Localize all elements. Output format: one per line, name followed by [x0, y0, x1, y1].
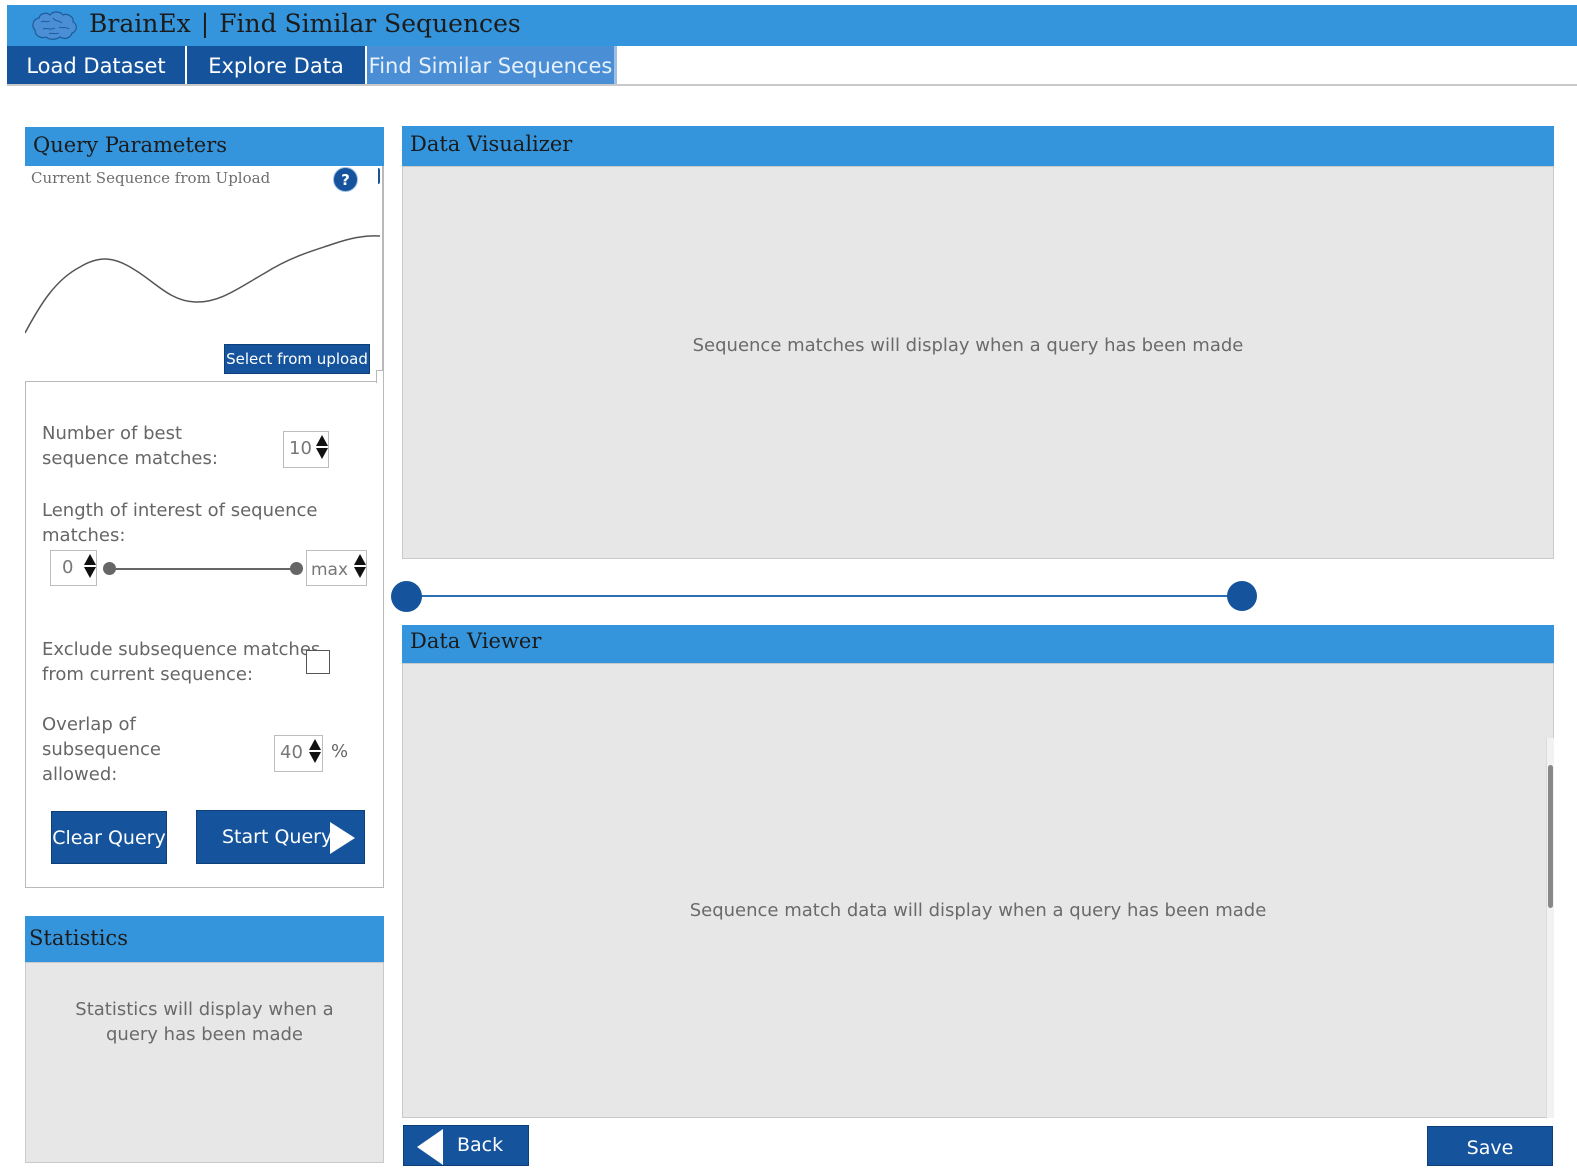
overlap-label: Overlap of subsequence allowed: — [42, 714, 161, 785]
overlap-stepper[interactable]: 40 — [274, 735, 323, 772]
title-bar: BrainEx | Find Similar Sequences — [7, 5, 1577, 46]
nav-tabs: Load Dataset Explore Data Find Similar S… — [7, 46, 1577, 86]
back-arrow-icon — [417, 1129, 443, 1165]
overlap-value: 40 — [280, 742, 303, 763]
data-viewer-empty-message: Sequence match data will display when a … — [689, 900, 1267, 921]
range-slider-right-handle[interactable] — [1227, 581, 1257, 611]
data-visualizer-empty-message: Sequence matches will display when a que… — [692, 335, 1244, 356]
tab-find-similar-sequences[interactable]: Find Similar Sequences — [367, 46, 617, 84]
title-separator: | — [200, 9, 210, 38]
data-viewer-panel: Sequence match data will display when a … — [402, 663, 1554, 1118]
current-sequence-label: Current Sequence from Upload — [31, 169, 271, 187]
length-max-value: max — [311, 560, 349, 580]
clear-query-button[interactable]: Clear Query — [51, 811, 167, 864]
page-title: Find Similar Sequences — [219, 9, 521, 38]
decrement-icon[interactable] — [354, 567, 366, 578]
data-viewer-header: Data Viewer — [402, 625, 1554, 663]
data-visualizer-header: Data Visualizer — [402, 126, 1554, 166]
back-label: Back — [457, 1134, 504, 1156]
increment-icon[interactable] — [316, 435, 328, 446]
sequence-sparkline — [25, 235, 380, 334]
query-parameters-header: Query Parameters — [25, 127, 384, 166]
length-slider-max-handle[interactable] — [290, 562, 303, 575]
start-query-label: Start Query — [222, 826, 333, 848]
decrement-icon[interactable] — [309, 752, 321, 763]
help-icon[interactable]: ? — [333, 167, 358, 192]
increment-icon[interactable] — [309, 739, 321, 750]
decrement-icon[interactable] — [316, 448, 328, 459]
length-of-interest-label: Length of interest of sequence matches: — [42, 500, 318, 546]
statistics-empty-line-2: query has been made — [106, 1024, 303, 1045]
length-max-stepper[interactable]: max — [306, 550, 367, 586]
tab-load-dataset[interactable]: Load Dataset — [7, 46, 185, 84]
increment-icon[interactable] — [354, 554, 366, 565]
best-matches-label: Number of best sequence matches: — [42, 423, 218, 469]
range-slider-track[interactable] — [407, 595, 1242, 597]
statistics-panel: Statistics will display when a query has… — [25, 962, 384, 1163]
decrement-icon[interactable] — [84, 567, 96, 578]
back-button[interactable]: Back — [403, 1125, 529, 1166]
length-slider-track[interactable] — [109, 568, 296, 570]
app-name: BrainEx — [89, 9, 191, 38]
brain-icon — [32, 11, 77, 40]
start-query-button[interactable]: Start Query — [196, 810, 365, 864]
exclude-subsequence-checkbox[interactable] — [306, 650, 330, 674]
statistics-header: Statistics — [25, 916, 384, 962]
best-matches-value: 10 — [289, 438, 312, 459]
best-matches-stepper[interactable]: 10 — [283, 431, 329, 468]
tab-explore-data[interactable]: Explore Data — [187, 46, 365, 84]
statistics-empty-line-1: Statistics will display when a — [75, 999, 334, 1020]
preview-resize-handle — [376, 370, 383, 383]
sequence-scrollbar[interactable] — [376, 168, 380, 184]
range-slider-left-handle[interactable] — [391, 581, 422, 612]
save-results-button[interactable]: Save Resullts — [1427, 1126, 1553, 1166]
play-icon — [330, 822, 355, 854]
exclude-subsequence-label: Exclude subsequence matches from current… — [42, 639, 321, 685]
increment-icon[interactable] — [84, 554, 96, 565]
overlap-unit: % — [331, 741, 349, 762]
length-min-value: 0 — [62, 557, 74, 578]
select-from-upload-button[interactable]: Select from upload — [224, 344, 370, 374]
length-min-stepper[interactable]: 0 — [50, 550, 97, 586]
data-viewer-scrollbar-thumb[interactable] — [1548, 765, 1553, 908]
length-slider-min-handle[interactable] — [103, 562, 116, 575]
data-visualizer-panel: Sequence matches will display when a que… — [402, 166, 1554, 559]
app-title: BrainEx | Find Similar Sequences — [89, 9, 531, 38]
